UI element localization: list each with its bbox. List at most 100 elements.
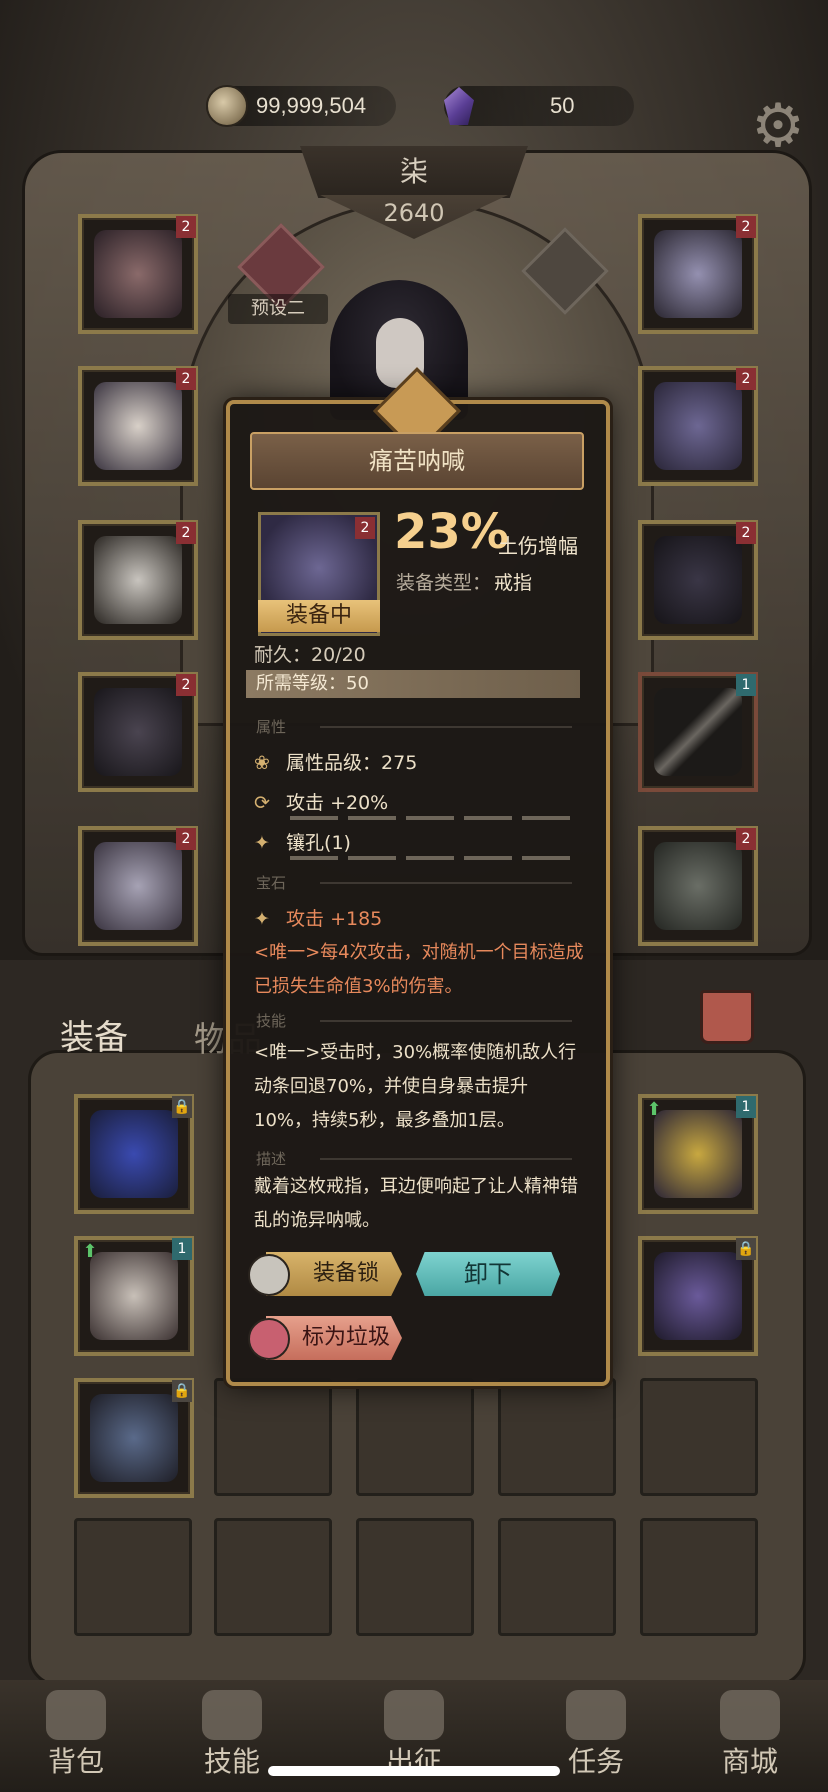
settings-gear-icon[interactable]: ⚙ <box>746 94 810 158</box>
equip-slot-head[interactable]: 2 <box>78 214 198 334</box>
nav-bag[interactable]: 背包 <box>26 1690 126 1780</box>
nav-quests[interactable]: 任务 <box>546 1690 646 1780</box>
upgrade-arrow-icon: ⬆ <box>646 1099 662 1120</box>
cloak-art <box>94 688 182 776</box>
unique-effect: <唯一>每4次攻击，对随机一个目标造成已损失生命值3%的伤害。 <box>254 942 584 997</box>
coin-amount: 99,999,504 <box>256 93 367 118</box>
divider <box>320 1020 572 1022</box>
spear-art <box>654 688 742 776</box>
divider <box>320 726 572 728</box>
equip-slot-chest[interactable]: 2 <box>78 366 198 486</box>
bag-slot-empty[interactable] <box>214 1518 332 1636</box>
equipped-status: 装备中 <box>258 600 380 632</box>
attack-bonus: 攻击 +20% <box>286 792 389 814</box>
nav-bag-label: 背包 <box>47 1745 104 1778</box>
coin-counter[interactable]: 99,999,504 <box>206 85 396 127</box>
sword-icon <box>384 1690 444 1740</box>
lock-icon: 🔒 <box>172 1380 192 1402</box>
offhand-art <box>654 842 742 930</box>
bag-slot-empty[interactable] <box>356 1518 474 1636</box>
star-icon: ✦ <box>254 908 270 930</box>
unequip-button[interactable]: 卸下 <box>416 1252 560 1296</box>
equip-slot-offhand[interactable]: 2 <box>638 826 758 946</box>
gem-icon <box>444 87 474 125</box>
equip-slot-gloves[interactable]: 2 <box>78 520 198 640</box>
socket-count: 镶孔(1) <box>286 832 351 854</box>
nav-skills[interactable]: 技能 <box>182 1690 282 1780</box>
shop-crown-icon <box>720 1690 780 1740</box>
description-text: 戴着这枚戒指，耳边便响起了让人精神错乱的诡异呐喊。 <box>254 1176 578 1231</box>
section-attributes: 属性 <box>256 718 287 736</box>
grade-badge: 2 <box>736 522 756 544</box>
home-indicator[interactable] <box>268 1766 560 1776</box>
bag-slot-empty[interactable] <box>498 1518 616 1636</box>
lock-icon <box>248 1254 290 1296</box>
bag-item-ring[interactable]: 🔒 <box>638 1236 758 1356</box>
socket-row: ✦ 镶孔(1) <box>254 828 351 855</box>
star-icon: ✦ <box>254 832 270 854</box>
bag-item-hood[interactable]: ⬆ 1 <box>638 1094 758 1214</box>
nav-shop-label: 商城 <box>721 1745 778 1778</box>
bag-item-necklace[interactable]: 🔒 <box>74 1094 194 1214</box>
scroll-icon <box>566 1690 626 1740</box>
bag-slot-empty[interactable] <box>356 1378 474 1496</box>
equip-type-label: 装备类型： <box>396 572 492 594</box>
character-name: 柒 <box>300 146 528 198</box>
main-stat-label: 土伤增幅 <box>498 534 578 558</box>
lotus-icon: ❀ <box>254 752 270 774</box>
junk-bin-icon <box>248 1318 290 1360</box>
grade-badge: 1 <box>736 674 756 696</box>
bag-slot-empty[interactable] <box>640 1518 758 1636</box>
durability: 耐久：20/20 <box>254 644 366 666</box>
grade-badge: 2 <box>176 216 196 238</box>
nav-quests-label: 任务 <box>567 1745 624 1778</box>
gem-attack-row: ✦ 攻击 +185 <box>254 904 382 931</box>
equip-slot-cloak[interactable]: 2 <box>78 672 198 792</box>
bag-slot-empty[interactable] <box>640 1378 758 1496</box>
divider <box>320 1158 572 1160</box>
helmet-art <box>94 230 182 318</box>
grade-badge: 1 <box>736 1096 756 1118</box>
bag-icon <box>46 1690 106 1740</box>
equip-slot-ring-2[interactable]: 2 <box>638 520 758 640</box>
lock-icon: 🔒 <box>172 1096 192 1118</box>
bag-ring-art <box>654 1252 742 1340</box>
coin-icon <box>206 85 248 127</box>
preset-label[interactable]: 预设二 <box>228 294 328 324</box>
hood-art <box>654 1110 742 1198</box>
lock-icon: 🔒 <box>736 1238 756 1260</box>
equip-slot-weapon[interactable]: 1 <box>638 672 758 792</box>
upgrade-arrow-icon: ⬆ <box>82 1241 98 1262</box>
section-gems: 宝石 <box>256 874 287 892</box>
armor-art <box>94 382 182 470</box>
grade-badge: 2 <box>736 828 756 850</box>
gauntlet-art <box>90 1394 178 1482</box>
nav-shop[interactable]: 商城 <box>700 1690 800 1780</box>
equip-slot-necklace[interactable]: 2 <box>638 214 758 334</box>
gem-counter[interactable]: 50 <box>444 86 634 126</box>
attribute-grade: 属性品级：275 <box>286 752 418 774</box>
bag-slot-empty[interactable] <box>498 1378 616 1496</box>
equip-slot-boots[interactable]: 2 <box>78 826 198 946</box>
equip-slot-ring-1[interactable]: 2 <box>638 366 758 486</box>
boots-art <box>94 842 182 930</box>
trash-icon[interactable] <box>700 990 754 1044</box>
nav-skills-label: 技能 <box>203 1745 260 1778</box>
bag-item-gloves[interactable]: 🔒 <box>74 1378 194 1498</box>
bag-item-armor[interactable]: ⬆ 1 <box>74 1236 194 1356</box>
bag-slot-empty[interactable] <box>74 1518 192 1636</box>
robe-art <box>90 1252 178 1340</box>
attribute-grade-row: ❀ 属性品级：275 <box>254 748 417 775</box>
gloves-art <box>94 536 182 624</box>
grade-badge: 2 <box>355 517 375 539</box>
attack-bonus-row: ⟳ 攻击 +20% <box>254 788 388 815</box>
skill-text: <唯一>受击时，30%概率使随机敌人行动条回退70%，并使自身暴击提升10%，持… <box>254 1042 577 1131</box>
grade-badge: 2 <box>736 216 756 238</box>
ring-art <box>654 382 742 470</box>
grade-badge: 2 <box>176 828 196 850</box>
stat-roll-bar <box>290 816 576 820</box>
tab-equipment[interactable]: 装备 <box>60 1010 128 1059</box>
required-level: 所需等级：50 <box>246 670 580 698</box>
bag-slot-empty[interactable] <box>214 1378 332 1496</box>
grade-badge: 2 <box>176 522 196 544</box>
